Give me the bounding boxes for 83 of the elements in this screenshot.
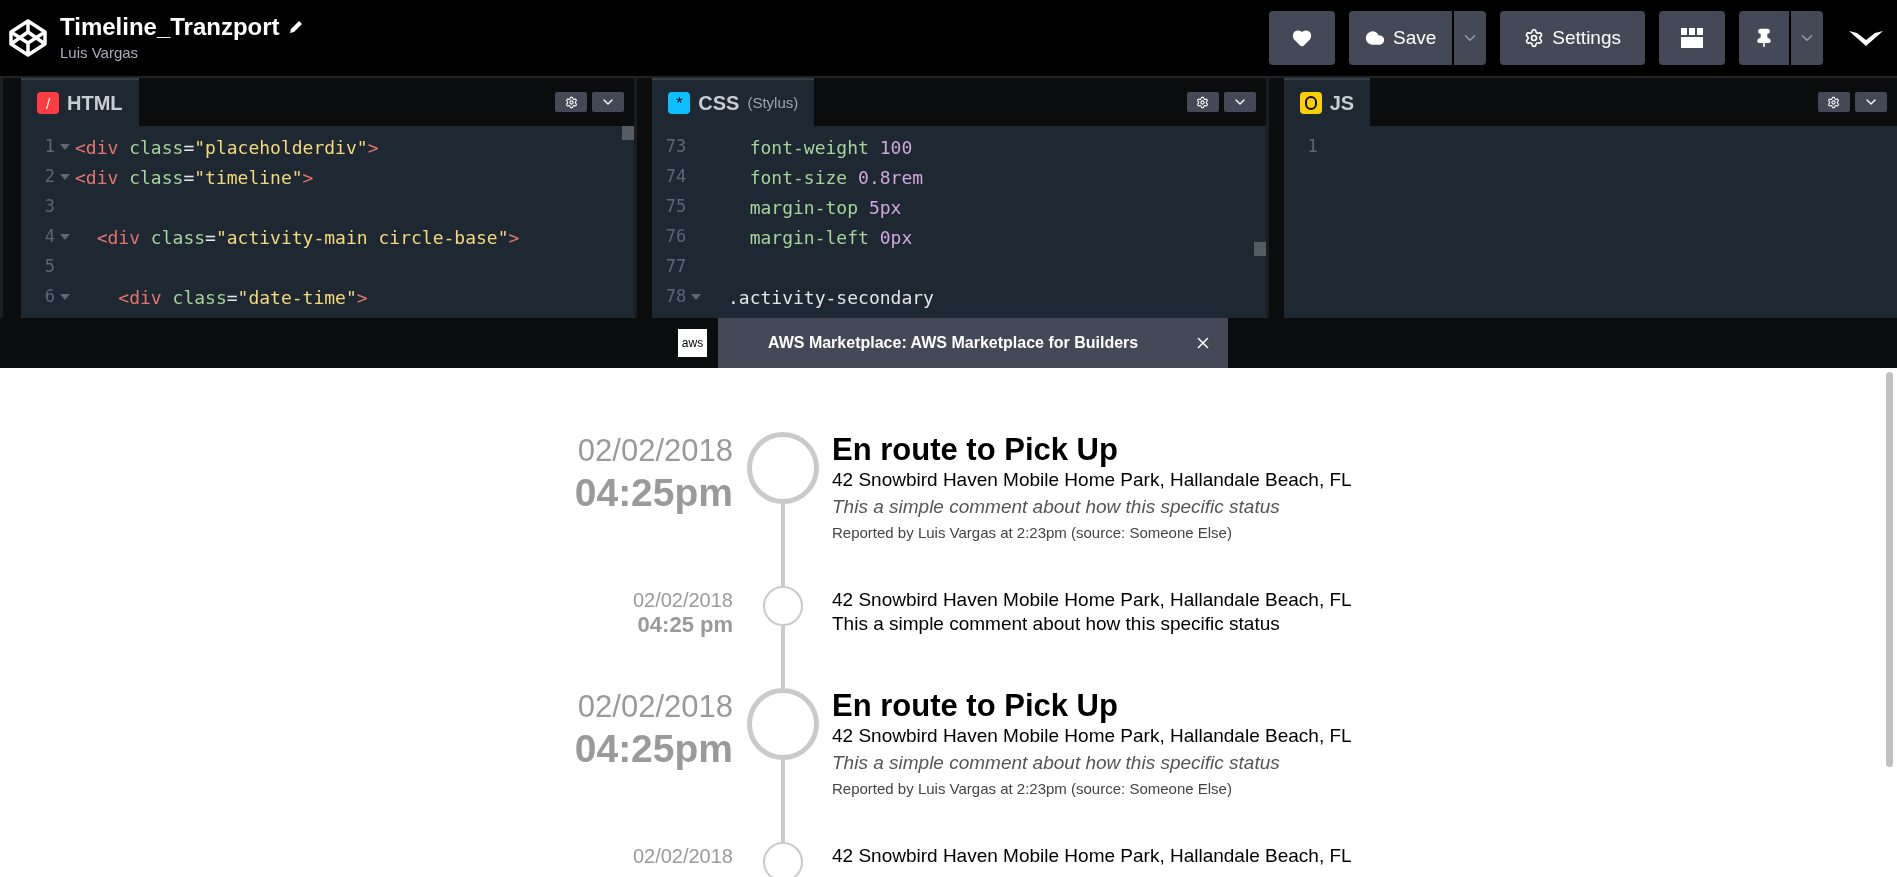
entry-comment: This a simple comment about how this specific status	[832, 751, 1281, 775]
entry-reporter: Reported by Luis Vargas at 2:23pm (source: Someone Else)	[832, 523, 1233, 543]
layout-button[interactable]	[1659, 11, 1725, 65]
line-number: 1	[1306, 135, 1318, 159]
pin-icon	[1754, 28, 1774, 48]
editor-tab[interactable]: * CSS (Stylus)	[652, 78, 815, 126]
entry-title: En route to Pick Up	[832, 432, 1119, 468]
pin-button[interactable]	[1739, 11, 1789, 65]
tab-label: HTML	[67, 91, 123, 116]
code-line: <div class="placeholderdiv">	[75, 135, 379, 160]
fold-arrow-icon[interactable]	[60, 294, 70, 300]
author-name[interactable]: Luis Vargas	[60, 41, 304, 65]
line-number: 6	[43, 285, 55, 309]
entry-comment: This a simple comment about how this specific status	[832, 495, 1281, 519]
collapse-button[interactable]	[1223, 92, 1256, 112]
scrollbar-thumb[interactable]	[622, 126, 635, 140]
settings-button[interactable]	[1186, 92, 1219, 112]
settings-button[interactable]: Settings	[1500, 11, 1645, 65]
line-number: 77	[664, 255, 687, 279]
line-number: 74	[664, 165, 687, 189]
pen-title[interactable]: Timeline_Tranzport	[60, 11, 280, 42]
language-icon: /	[37, 92, 59, 114]
code-line: <div class="timeline">	[75, 165, 314, 190]
aws-logo[interactable]: aws	[678, 329, 707, 357]
settings-button[interactable]	[1818, 92, 1850, 112]
entry-time: 04:25 pm	[637, 612, 733, 638]
code-line: font-weight 100	[748, 135, 913, 160]
fold-arrow-icon[interactable]	[691, 294, 702, 300]
cloud-icon	[1365, 28, 1386, 48]
entry-address: 42 Snowbird Haven Mobile Home Park, Hallandale Beach, FL	[832, 588, 1352, 612]
collapse-button[interactable]	[1855, 92, 1887, 112]
tab-label: CSS	[698, 91, 740, 116]
tab-sublabel: (Stylus)	[747, 92, 799, 113]
tab-label: JS	[1329, 91, 1355, 116]
editor-tab[interactable]: / HTML	[21, 78, 139, 126]
heart-icon	[1292, 28, 1313, 48]
line-number: 73	[664, 135, 687, 159]
code-line: <div class="date-time">	[117, 285, 368, 310]
collapse-button[interactable]	[592, 92, 625, 112]
banner-text[interactable]: AWS Marketplace: AWS Marketplace for Builders	[768, 331, 1139, 355]
layout-icon	[1681, 28, 1703, 48]
fold-arrow-icon[interactable]	[60, 144, 70, 150]
code-line: .activity-secondary	[727, 285, 934, 310]
line-number: 78	[664, 285, 687, 309]
entry-time: 04:25pm	[574, 470, 733, 516]
entry-title: En route to Pick Up	[832, 688, 1119, 724]
line-number: 5	[43, 255, 55, 279]
editor-tab[interactable]: JS	[1283, 78, 1371, 126]
settings-icon	[564, 95, 578, 109]
entry-date: 02/02/2018	[632, 844, 733, 868]
entry-time: 04:25pm	[574, 726, 733, 772]
line-number: 2	[43, 165, 55, 189]
line-number: 4	[43, 225, 55, 249]
entry-date: 02/02/2018	[577, 432, 733, 470]
settings-icon	[1827, 95, 1841, 109]
code-line: margin-top 5px	[748, 195, 902, 220]
code-line: <div class="activity-main circle-base">	[95, 225, 520, 250]
entry-reporter: Reported by Luis Vargas at 2:23pm (source: Someone Else)	[832, 779, 1233, 799]
line-number: 76	[664, 225, 687, 249]
settings-icon	[1196, 95, 1210, 109]
pencil-icon[interactable]	[287, 18, 304, 35]
line-number: 1	[43, 135, 55, 159]
ad-banner[interactable]: AWS Marketplace: AWS Marketplace for Builders	[718, 318, 1228, 368]
fold-arrow-icon[interactable]	[60, 234, 70, 240]
heart-button[interactable]	[1269, 11, 1336, 65]
settings-icon	[1524, 28, 1545, 48]
code-line: margin-left 0px	[748, 225, 913, 250]
entry-comment: This a simple comment about how this specific status	[832, 612, 1281, 636]
entry-address: 42 Snowbird Haven Mobile Home Park, Hallandale Beach, FL	[832, 844, 1352, 868]
entry-address: 42 Snowbird Haven Mobile Home Park, Hallandale Beach, FL	[832, 468, 1352, 492]
fold-arrow-icon[interactable]	[60, 174, 70, 180]
line-number: 75	[664, 195, 687, 219]
cube-logo-icon[interactable]	[8, 18, 48, 58]
scrollbar-thumb[interactable]	[1253, 242, 1266, 256]
entry-address: 42 Snowbird Haven Mobile Home Park, Hallandale Beach, FL	[832, 724, 1352, 748]
language-icon: *	[668, 92, 691, 114]
code-line: font-size 0.8rem	[748, 165, 924, 190]
scrollbar-thumb[interactable]	[1886, 372, 1893, 767]
save-button[interactable]: Save	[1349, 11, 1453, 65]
line-number: 3	[43, 195, 55, 219]
entry-date: 02/02/2018	[577, 688, 733, 726]
settings-button[interactable]	[555, 92, 588, 112]
entry-date: 02/02/2018	[632, 588, 733, 612]
